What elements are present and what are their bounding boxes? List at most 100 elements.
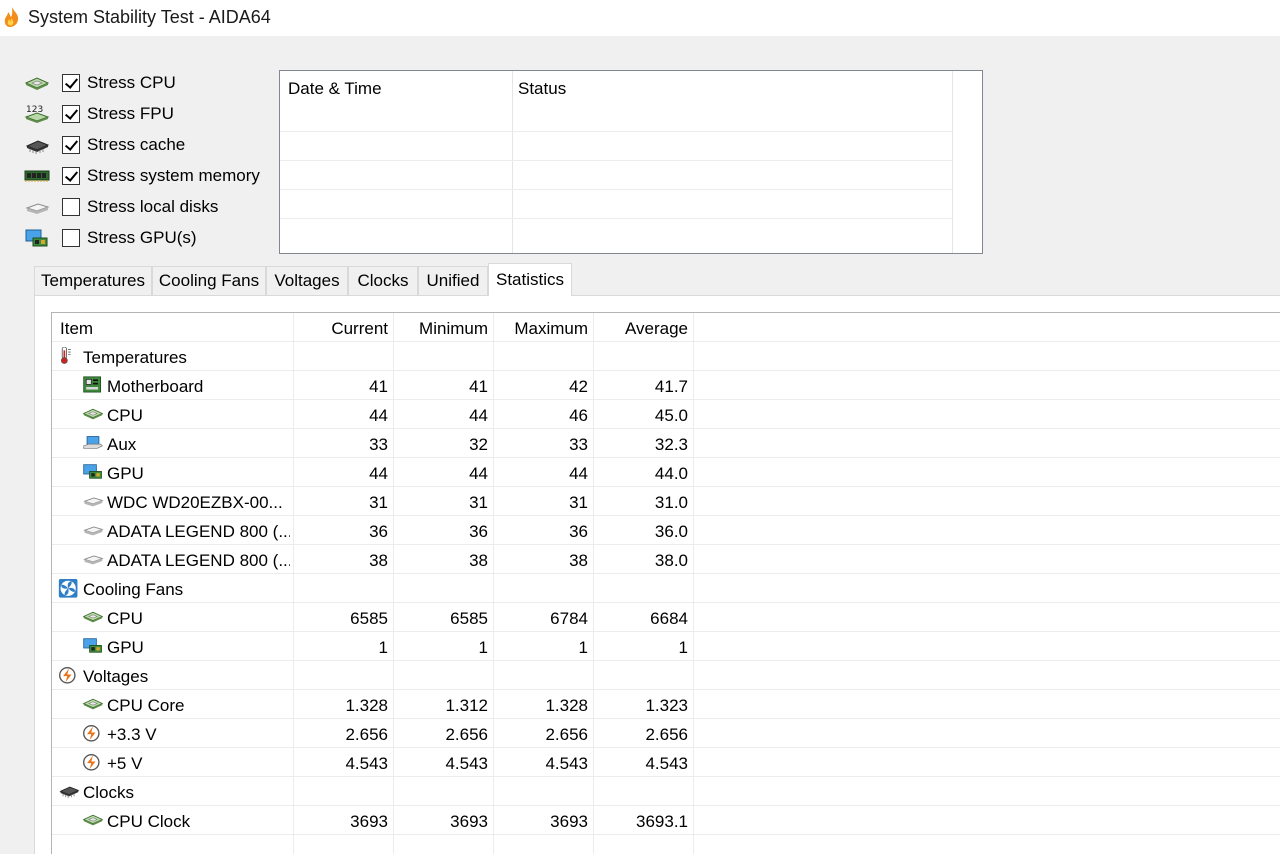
column-header-item[interactable]: Item xyxy=(60,313,290,341)
table-row[interactable]: CPU Core 1.328 1.312 1.328 1.323 xyxy=(52,690,1280,719)
cell-minimum: 1.312 xyxy=(445,696,488,715)
stress-option-label[interactable]: Stress system memory xyxy=(87,166,260,186)
log-header-status[interactable]: Status xyxy=(518,79,566,99)
stress-option-label[interactable]: Stress local disks xyxy=(87,197,218,217)
cell-maximum: 46 xyxy=(569,406,588,425)
cell-maximum: 33 xyxy=(569,435,588,454)
memory-module-icon xyxy=(24,166,50,186)
tab-unified[interactable]: Unified xyxy=(418,266,488,295)
cell-maximum: 36 xyxy=(569,522,588,541)
table-row[interactable]: ADATA LEGEND 800 (... 38 38 38 38.0 xyxy=(52,545,1280,574)
log-row-divider xyxy=(280,131,952,132)
cell-maximum: 42 xyxy=(569,377,588,396)
statistics-table[interactable]: Item Current Minimum Maximum Average Tem… xyxy=(51,312,1280,854)
cell-average: 1.323 xyxy=(645,696,688,715)
table-row[interactable]: WDC WD20EZBX-00... 31 31 31 31.0 xyxy=(52,487,1280,516)
table-row[interactable]: CPU 44 44 46 45.0 xyxy=(52,400,1280,429)
table-group-row[interactable]: Temperatures xyxy=(52,342,1280,371)
voltage-icon xyxy=(82,753,104,773)
row-label: WDC WD20EZBX-00... xyxy=(107,493,283,512)
stress-option-label[interactable]: Stress FPU xyxy=(87,104,174,124)
row-label: Motherboard xyxy=(107,377,204,396)
stress-option-label[interactable]: Stress cache xyxy=(87,135,185,155)
stress-option-row[interactable]: 123 Stress FPU xyxy=(24,100,174,128)
cell-current: 36 xyxy=(369,522,388,541)
cell-minimum: 44 xyxy=(469,406,488,425)
table-row[interactable]: GPU 44 44 44 44.0 xyxy=(52,458,1280,487)
column-header-maximum[interactable]: Maximum xyxy=(497,313,588,341)
stress-option-label[interactable]: Stress GPU(s) xyxy=(87,228,197,248)
gpu-monitor-icon xyxy=(24,228,50,248)
cell-maximum: 1 xyxy=(578,638,588,657)
cell-minimum: 4.543 xyxy=(445,754,488,773)
cell-minimum: 3693 xyxy=(450,812,488,831)
table-row[interactable]: ADATA LEGEND 800 (... 36 36 36 36.0 xyxy=(52,516,1280,545)
cpu-chip-icon xyxy=(24,73,50,93)
cell-current: 3693 xyxy=(350,812,388,831)
cpu-chip-icon xyxy=(82,608,104,628)
stress-checkbox[interactable] xyxy=(62,74,80,92)
cell-minimum: 32 xyxy=(469,435,488,454)
cell-average: 44.0 xyxy=(654,464,688,483)
cell-average: 31.0 xyxy=(654,493,688,512)
row-label: CPU xyxy=(107,406,143,425)
table-row[interactable]: CPU Clock 3693 3693 3693 3693.1 xyxy=(52,806,1280,835)
table-row[interactable]: +5 V 4.543 4.543 4.543 4.543 xyxy=(52,748,1280,777)
log-panel[interactable]: Date & Time Status xyxy=(279,70,983,254)
row-label: ADATA LEGEND 800 (... xyxy=(107,551,290,570)
tab-clocks[interactable]: Clocks xyxy=(348,266,418,295)
table-row[interactable]: CPU 6585 6585 6784 6684 xyxy=(52,603,1280,632)
cell-minimum: 38 xyxy=(469,551,488,570)
stress-checkbox[interactable] xyxy=(62,229,80,247)
stress-option-row[interactable]: Stress GPU(s) xyxy=(24,224,197,252)
table-row[interactable]: Aux 33 32 33 32.3 xyxy=(52,429,1280,458)
table-group-row[interactable]: Voltages xyxy=(52,661,1280,690)
row-label: GPU xyxy=(107,464,144,483)
row-label: +5 V xyxy=(107,754,143,773)
cell-average: 41.7 xyxy=(654,377,688,396)
row-label: Clocks xyxy=(83,783,135,802)
cell-current: 44 xyxy=(369,464,388,483)
cell-maximum: 3693 xyxy=(550,812,588,831)
stress-option-label[interactable]: Stress CPU xyxy=(87,73,176,93)
table-row[interactable]: +3.3 V 2.656 2.656 2.656 2.656 xyxy=(52,719,1280,748)
stress-option-row[interactable]: Stress system memory xyxy=(24,162,260,190)
tab-voltages[interactable]: Voltages xyxy=(266,266,348,295)
stress-checkbox[interactable] xyxy=(62,167,80,185)
tab-temperatures[interactable]: Temperatures xyxy=(34,266,152,295)
row-label: Aux xyxy=(107,435,137,454)
cell-average: 2.656 xyxy=(645,725,688,744)
column-header-current[interactable]: Current xyxy=(297,313,388,341)
column-header-average[interactable]: Average xyxy=(597,313,688,341)
stress-checkbox[interactable] xyxy=(62,136,80,154)
voltage-icon xyxy=(58,666,80,686)
table-row[interactable]: GPU 1 1 1 1 xyxy=(52,632,1280,661)
row-label: CPU xyxy=(107,609,143,628)
stress-checkbox[interactable] xyxy=(62,198,80,216)
column-header-minimum[interactable]: Minimum xyxy=(397,313,488,341)
table-row[interactable]: Motherboard 41 41 42 41.7 xyxy=(52,371,1280,400)
cell-average: 4.543 xyxy=(645,754,688,773)
cell-current: 33 xyxy=(369,435,388,454)
row-label: Voltages xyxy=(83,667,149,686)
cell-current: 44 xyxy=(369,406,388,425)
stress-option-row[interactable]: Stress local disks xyxy=(24,193,218,221)
row-label: CPU Clock xyxy=(107,812,191,831)
cell-average: 36.0 xyxy=(654,522,688,541)
stress-option-row[interactable]: Stress cache xyxy=(24,131,185,159)
row-label: GPU xyxy=(107,638,144,657)
stress-option-row[interactable]: Stress CPU xyxy=(24,69,176,97)
log-header-datetime[interactable]: Date & Time xyxy=(288,79,382,99)
cpu-chip-icon xyxy=(82,811,104,831)
cell-maximum: 1.328 xyxy=(545,696,588,715)
tab-statistics[interactable]: Statistics xyxy=(488,263,572,296)
tab-cooling-fans[interactable]: Cooling Fans xyxy=(152,266,266,295)
cell-maximum: 38 xyxy=(569,551,588,570)
title-bar[interactable]: System Stability Test - AIDA64 xyxy=(0,0,1280,36)
cache-chip-icon xyxy=(24,135,50,155)
cell-average: 1 xyxy=(678,638,688,657)
stress-checkbox[interactable] xyxy=(62,105,80,123)
table-group-row[interactable]: Cooling Fans xyxy=(52,574,1280,603)
table-group-row[interactable]: Clocks xyxy=(52,777,1280,806)
cell-average: 38.0 xyxy=(654,551,688,570)
